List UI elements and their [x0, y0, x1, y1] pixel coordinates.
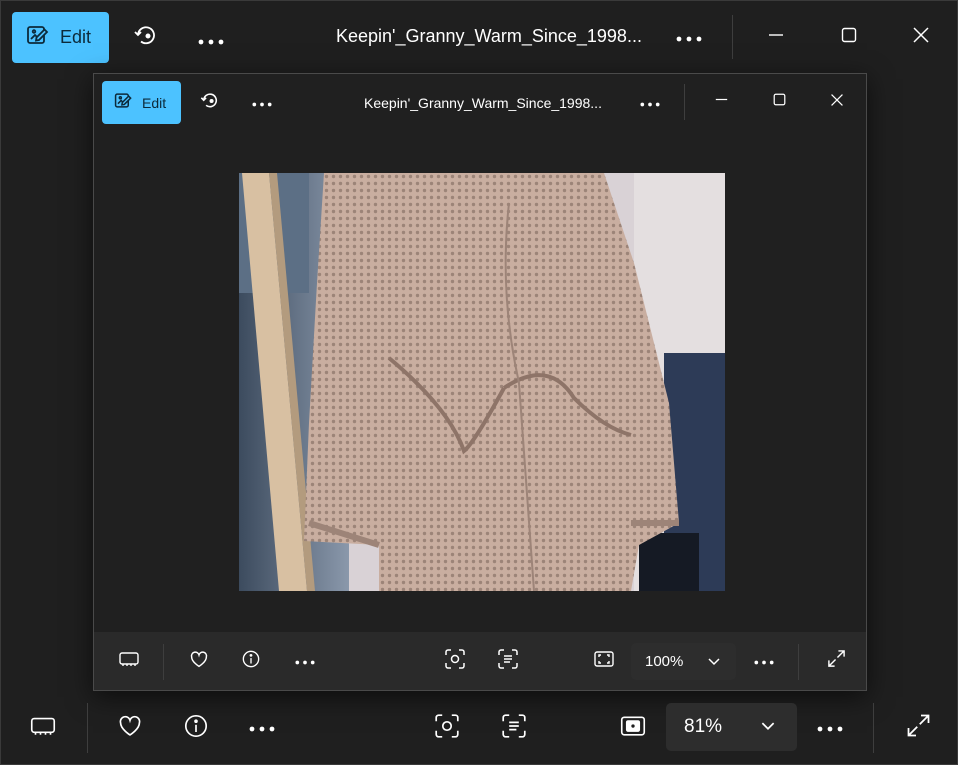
inner-rotate-button[interactable]: [194, 87, 226, 119]
close-button[interactable]: [906, 19, 936, 55]
divider: [163, 644, 164, 680]
inner-close-button[interactable]: [824, 87, 850, 117]
minimize-icon: [768, 27, 784, 48]
info-icon: [184, 714, 208, 743]
visual-search-button[interactable]: [429, 710, 465, 746]
divider: [732, 15, 733, 59]
rotate-button[interactable]: [127, 19, 165, 57]
divider: [798, 644, 799, 680]
inner-zoom-more-button[interactable]: [749, 646, 779, 676]
title-bar: Edit Keepin'_Granny_Warm_Since_1998...: [1, 1, 957, 73]
more-icon: [249, 719, 275, 737]
fullscreen-icon: [827, 649, 846, 673]
more-icon: [676, 29, 702, 47]
minimize-button[interactable]: [761, 19, 791, 55]
inner-fit-button[interactable]: [589, 646, 619, 676]
text-scan-button[interactable]: [496, 710, 532, 746]
more-options-button[interactable]: [191, 19, 231, 57]
close-icon: [912, 26, 930, 49]
embedded-photo-window: Edit Keepin'_Granny_Warm_Since_1998... 1…: [93, 73, 867, 691]
more-icon: [754, 652, 774, 670]
favorite-button[interactable]: [112, 710, 148, 746]
inner-more-bottom-button[interactable]: [290, 646, 320, 676]
divider: [87, 703, 88, 753]
inner-filmstrip-button[interactable]: [114, 646, 144, 676]
zoom-more-button[interactable]: [812, 710, 848, 746]
visual-search-icon: [445, 648, 465, 674]
more-icon: [198, 25, 224, 51]
inner-zoom-value: 100%: [645, 653, 684, 670]
inner-minimize-button[interactable]: [708, 87, 734, 117]
heart-icon: [117, 714, 143, 742]
inner-info-button[interactable]: [236, 646, 266, 676]
info-button[interactable]: [178, 710, 214, 746]
rotate-icon: [199, 90, 221, 117]
chevron-down-icon: [761, 718, 775, 736]
text-scan-icon: [498, 648, 518, 674]
fit-icon: [620, 715, 646, 741]
fit-icon: [594, 650, 614, 672]
filmstrip-icon: [30, 716, 56, 741]
minimize-icon: [715, 93, 728, 111]
chevron-down-icon: [708, 653, 720, 671]
inner-title-more-button[interactable]: [634, 87, 666, 119]
maximize-icon: [841, 27, 857, 48]
inner-window-title: Keepin'_Granny_Warm_Since_1998...: [364, 95, 602, 111]
info-icon: [242, 650, 260, 673]
fullscreen-button[interactable]: [900, 710, 936, 746]
more-bottom-button[interactable]: [244, 710, 280, 746]
inner-zoom-select[interactable]: 100%: [631, 643, 736, 680]
bottom-toolbar: 81%: [1, 691, 957, 765]
filmstrip-icon: [119, 651, 139, 672]
title-more-button[interactable]: [669, 19, 709, 57]
zoom-value: 81%: [684, 716, 723, 737]
inner-bottom-toolbar: 100%: [94, 632, 866, 690]
maximize-button[interactable]: [834, 19, 864, 55]
fullscreen-icon: [906, 713, 931, 743]
more-icon: [295, 652, 315, 670]
more-icon: [817, 719, 843, 737]
divider: [684, 84, 685, 120]
heart-icon: [189, 650, 209, 673]
inner-edit-label: Edit: [142, 94, 167, 111]
inner-fullscreen-button[interactable]: [821, 646, 851, 676]
fit-button[interactable]: [615, 710, 651, 746]
edit-image-icon: [114, 91, 133, 115]
inner-edit-button[interactable]: Edit: [102, 81, 181, 124]
inner-more-button[interactable]: [246, 87, 278, 119]
edit-button[interactable]: Edit: [12, 12, 109, 63]
text-scan-icon: [502, 713, 526, 743]
edit-label: Edit: [60, 27, 92, 47]
maximize-icon: [773, 93, 786, 111]
more-icon: [640, 94, 660, 112]
edit-image-icon: [26, 23, 50, 52]
window-title: Keepin'_Granny_Warm_Since_1998...: [336, 26, 642, 46]
visual-search-icon: [435, 713, 459, 743]
rotate-icon: [132, 22, 160, 55]
inner-visual-search-button[interactable]: [440, 646, 470, 676]
inner-favorite-button[interactable]: [184, 646, 214, 676]
filmstrip-button[interactable]: [25, 710, 61, 746]
divider: [873, 703, 874, 753]
inner-maximize-button[interactable]: [766, 87, 792, 117]
inner-text-scan-button[interactable]: [493, 646, 523, 676]
close-icon: [830, 93, 844, 112]
photo-canvas[interactable]: [239, 173, 725, 591]
photos-window: Edit Keepin'_Granny_Warm_Since_1998... E…: [0, 0, 958, 765]
more-icon: [252, 94, 272, 112]
zoom-select[interactable]: 81%: [666, 703, 797, 751]
sweater-photo: [239, 173, 725, 591]
